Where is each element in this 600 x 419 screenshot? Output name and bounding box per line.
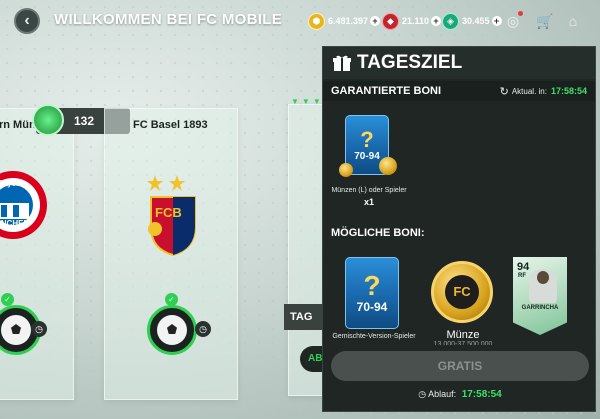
play-match-button[interactable] <box>147 305 197 355</box>
tokens-value: 30.455 <box>462 16 490 26</box>
level-value: 132 <box>74 114 95 128</box>
club-card-bayern[interactable]: rn Mün Bayern ÜNCHEN ✓ ◷ <box>0 108 74 400</box>
reward-label: Gemischte-Version-Spieler <box>332 333 416 340</box>
coin-icon: ⬢ <box>308 12 325 30</box>
token-icon: ◈ <box>442 12 459 30</box>
fc-points-value: 21.110 <box>402 16 430 26</box>
player-position: RF <box>518 273 526 279</box>
expire-time: 17:58:54 <box>461 389 502 400</box>
club-name: FC Basel 1893 <box>133 119 208 131</box>
reward-label: Münze <box>446 329 480 341</box>
add-tokens-icon[interactable]: + <box>491 16 502 26</box>
daily-goal-panel: TAGESZIEL GARANTIERTE BONI ↻ Aktual. in:… <box>322 46 596 412</box>
coin-stack-icon <box>339 163 353 177</box>
refresh-timer: ↻ Aktual. in: 17:58:54 <box>500 85 587 98</box>
currency-fc-points[interactable]: ◆ 21.110 + <box>382 12 442 30</box>
add-fc-points-icon[interactable]: + <box>431 16 442 26</box>
clock-icon: ◷ <box>31 321 47 337</box>
club-name: rn Mün <box>0 119 36 131</box>
currency-tokens[interactable]: ◈ 30.455 + <box>442 12 502 30</box>
club-card-basel[interactable]: FC Basel 1893 FCB ✓ ◷ <box>104 108 238 400</box>
panel-title: TAGESZIEL <box>357 52 463 73</box>
possible-row: MÖGLICHE BONI: <box>323 223 595 243</box>
coin-stack-icon <box>379 157 397 175</box>
player-portrait-icon <box>529 269 557 303</box>
currency-coins[interactable]: ⬢ 6.481.397 + <box>308 12 381 30</box>
gift-icon <box>333 55 351 71</box>
panel-header: TAGESZIEL <box>323 47 595 79</box>
expire-timer: ◷ Ablauf: 17:58:54 <box>323 389 597 400</box>
guaranteed-reward[interactable]: ? 70-94 Münzen (L) oder Spieler x1 <box>331 113 407 213</box>
refresh-label: Aktual. in: <box>511 86 547 96</box>
fc-coin-icon: FC <box>431 261 493 323</box>
top-bar: ‹ WILLKOMMEN BEI FC MOBILE ⬢ 6.481.397 +… <box>0 0 600 44</box>
check-icon: ✓ <box>1 293 14 306</box>
expire-label: Ablauf: <box>428 389 457 399</box>
pack-rating: 70-94 <box>356 300 388 314</box>
pack-question-icon: ? <box>363 270 381 301</box>
bayern-crest-icon <box>0 171 47 239</box>
fc-logo: FC <box>445 275 479 309</box>
shop-cart-icon[interactable]: 🛒 <box>536 12 554 30</box>
back-arrow-icon: ‹ <box>24 12 30 29</box>
back-button[interactable]: ‹ <box>14 8 40 34</box>
possible-reward-coins[interactable]: FC Münze 13.000-37.500.000 <box>423 253 503 345</box>
bayern-crest-text: Bayern <box>0 179 25 188</box>
player-card-garrincha[interactable]: 94 RF GARRINCHA <box>513 257 567 335</box>
football-icon <box>1 315 31 345</box>
possible-title: MÖGLICHE BONI: <box>331 227 425 239</box>
home-icon[interactable]: ⌂ <box>564 12 582 30</box>
bayern-crest-subtext: ÜNCHEN <box>0 219 30 228</box>
level-emblem-icon <box>32 104 64 136</box>
reward-amount: 13.000-37.500.000 <box>433 341 493 345</box>
player-pack-icon: ? 70-94 <box>345 257 399 329</box>
guaranteed-title: GARANTIERTE BONI <box>331 85 441 97</box>
gem-icon: ◆ <box>382 12 399 30</box>
pack-question-icon: ? <box>360 126 374 152</box>
refresh-time: 17:58:54 <box>550 86 587 96</box>
refresh-icon: ↻ <box>499 85 509 98</box>
add-coins-icon[interactable]: + <box>370 16 381 26</box>
notifications-icon[interactable]: ◎ <box>504 11 523 30</box>
free-claim-button[interactable]: GRATIS <box>331 351 589 381</box>
reward-label: Münzen (L) oder Spieler <box>331 187 407 194</box>
page-title: WILLKOMMEN BEI FC MOBILE <box>54 11 283 28</box>
player-name: GARRINCHA <box>521 305 559 311</box>
notification-dot <box>518 11 523 16</box>
reward-count: x1 <box>363 197 374 207</box>
arrow-indicators-icon: ▼▼▼ <box>291 97 324 106</box>
player-rating: 94 <box>517 261 530 273</box>
coins-value: 6.481.397 <box>328 16 369 26</box>
pack-rating: 70-94 <box>354 150 380 162</box>
clock-icon: ◷ <box>195 321 211 337</box>
basel-crest-text: FCB <box>155 205 182 220</box>
possible-reward-mixed-player[interactable]: ? 70-94 Gemischte-Version-Spieler <box>329 253 419 343</box>
guaranteed-row: GARANTIERTE BONI ↻ Aktual. in: 17:58:54 <box>323 81 595 101</box>
clock-icon: ◷ <box>418 389 427 399</box>
football-icon <box>157 315 187 345</box>
